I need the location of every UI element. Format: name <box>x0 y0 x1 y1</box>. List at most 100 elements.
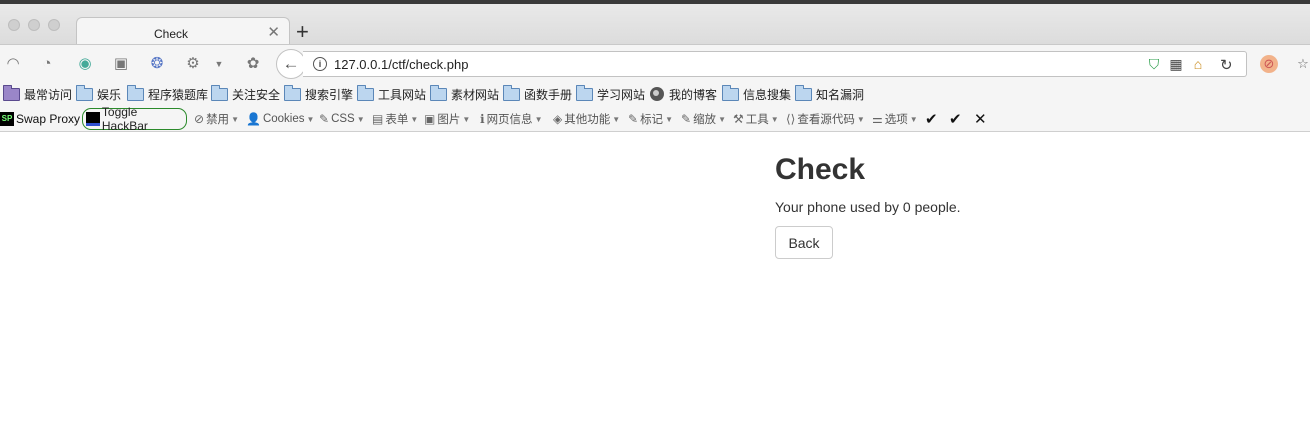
menu-options[interactable]: ⚌ 选项 ▼ <box>872 110 918 128</box>
checkmark-icon[interactable]: ✔ <box>925 110 938 128</box>
bookmark-function-manual[interactable]: 函数手册 <box>503 84 572 103</box>
image-icon: ▣ <box>424 112 436 126</box>
back-button[interactable]: ← <box>276 49 306 79</box>
folder-icon <box>430 84 447 101</box>
home-icon[interactable]: ⌂ <box>1189 55 1207 73</box>
page-content: Check Your phone used by 0 people. Back <box>0 132 1310 443</box>
page-title: Check <box>775 153 866 186</box>
menu-label: 工具 <box>745 114 769 126</box>
folder-icon <box>576 84 593 101</box>
wand-icon: ✎ <box>319 112 330 126</box>
bookmark-label: 程序猿题库 <box>148 87 209 102</box>
bookmark-question-bank[interactable]: 程序猿题库 <box>127 84 209 103</box>
menu-view-source[interactable]: ⟨⟩ 查看源代码 ▼ <box>786 110 865 128</box>
star-icon[interactable]: ☆ <box>1294 55 1310 73</box>
extension-toolbar: SP Swap Proxy Toggle HackBar ⊘ 禁用 ▼ 👤 Cookie… <box>0 105 1310 133</box>
folder-icon <box>284 84 301 101</box>
menu-forms[interactable]: ▤ 表单 ▼ <box>372 110 418 128</box>
qr-code-icon[interactable]: ▦ <box>1167 55 1185 73</box>
close-window-button[interactable] <box>8 19 20 31</box>
folder-icon <box>503 84 520 101</box>
new-tab-button[interactable]: + <box>296 21 309 43</box>
tab-close-icon[interactable]: ✕ <box>267 23 280 41</box>
form-icon: ▤ <box>372 112 384 126</box>
purple-folder-icon <box>3 84 20 101</box>
folder-icon <box>357 84 374 101</box>
pencil-icon: ✎ <box>628 112 639 126</box>
info-icon: ℹ <box>480 112 485 126</box>
menu-label: 选项 <box>884 114 908 126</box>
folder-icon <box>76 84 93 101</box>
hackbar-icon <box>86 112 100 126</box>
bookmark-my-blog[interactable]: 我的博客 <box>650 85 717 103</box>
bookmark-label: 搜索引擎 <box>305 87 354 102</box>
globe-icon <box>650 87 664 101</box>
menu-label: 网页信息 <box>486 114 533 126</box>
gear-icon[interactable]: ⚙ <box>184 55 202 73</box>
minimize-window-button[interactable] <box>28 19 40 31</box>
menu-label: 缩放 <box>693 114 717 126</box>
menu-tools[interactable]: ⚒ 工具 ▼ <box>733 110 779 128</box>
code-icon: ⟨⟩ <box>786 112 796 126</box>
reader-icon[interactable]: ▣ <box>112 55 130 73</box>
menu-other-features[interactable]: ◈ 其他功能 ▼ <box>553 110 620 128</box>
menu-page-info[interactable]: ℹ 网页信息 ▼ <box>480 110 542 128</box>
bird-icon[interactable]: ❂ <box>148 55 166 73</box>
menu-label: 表单 <box>385 114 409 126</box>
bookmark-material-sites[interactable]: 素材网站 <box>430 84 499 103</box>
bookmark-most-visited[interactable]: 最常访问 <box>3 84 73 103</box>
menu-label: Cookies <box>262 113 305 125</box>
tab-title: Check <box>153 27 188 41</box>
palette-icon[interactable]: ✿ <box>244 55 262 73</box>
checkmark-icon[interactable]: ✔ <box>949 110 962 128</box>
sliders-icon: ⚌ <box>872 112 883 126</box>
menu-mark[interactable]: ✎ 标记 ▼ <box>628 110 673 128</box>
site-info-icon[interactable]: i <box>313 57 327 71</box>
reload-icon[interactable]: ↻ <box>1220 56 1233 74</box>
disable-icon: ⊘ <box>194 112 205 126</box>
folder-icon <box>795 84 812 101</box>
bookmark-info-gathering[interactable]: 信息搜集 <box>722 84 791 103</box>
extension-icon[interactable]: ⊘ <box>1260 55 1278 73</box>
url-text[interactable]: 127.0.0.1/ctf/check.php <box>334 57 468 72</box>
dropdown-chevron-icon[interactable]: ▼ <box>210 55 228 73</box>
swap-proxy-button[interactable]: SP Swap Proxy <box>0 110 80 128</box>
menu-label: CSS <box>331 113 355 125</box>
bookmark-label: 知名漏洞 <box>816 87 865 102</box>
menu-label: 图片 <box>437 114 461 126</box>
bookmark-search-engines[interactable]: 搜索引擎 <box>284 84 354 103</box>
phone-usage-message: Your phone used by 0 people. <box>775 199 961 215</box>
menu-images[interactable]: ▣ 图片 ▼ <box>424 110 470 128</box>
folder-icon <box>722 84 739 101</box>
menu-disable[interactable]: ⊘ 禁用 ▼ <box>194 110 239 128</box>
history-icon[interactable]: ◔ <box>38 55 56 73</box>
wrench-icon: ⚒ <box>733 112 744 126</box>
bookmarks-bar: 最常访问 娱乐 程序猿题库 关注安全 搜索引擎 工具网站 素材网站 函数手册 学… <box>0 82 1310 106</box>
title-bar: Check ✕ + <box>0 0 1310 48</box>
bookmark-label: 关注安全 <box>232 87 281 102</box>
rss-icon[interactable]: ◠ <box>4 55 22 73</box>
menu-zoom[interactable]: ✎ 缩放 ▼ <box>681 110 726 128</box>
back-page-button[interactable]: Back <box>775 226 833 259</box>
bookmark-known-vulns[interactable]: 知名漏洞 <box>795 84 865 103</box>
chrome-icon[interactable]: ◉ <box>76 55 94 73</box>
ruler-icon: ✎ <box>681 112 692 126</box>
user-icon: 👤 <box>246 112 261 126</box>
bookmark-security[interactable]: 关注安全 <box>211 84 281 103</box>
navigation-bar: ◠ ◔ ◉ ▣ ❂ ⚙ ▼ ✿ ← i 127.0.0.1/ctf/check.… <box>0 44 1310 82</box>
url-bar[interactable]: i 127.0.0.1/ctf/check.php ⛉ ▦ ⌂ <box>303 51 1247 77</box>
menu-css[interactable]: ✎ CSS ▼ <box>319 110 365 128</box>
folder-icon <box>127 84 144 101</box>
bookmark-label: 我的博客 <box>669 87 718 102</box>
cube-icon: ◈ <box>553 112 563 126</box>
shield-icon[interactable]: ⛉ <box>1145 55 1163 73</box>
bookmark-entertainment[interactable]: 娱乐 <box>76 84 121 103</box>
bookmark-learning-sites[interactable]: 学习网站 <box>576 84 645 103</box>
menu-cookies[interactable]: 👤 Cookies ▼ <box>246 110 314 128</box>
bookmark-tool-sites[interactable]: 工具网站 <box>357 84 427 103</box>
zoom-window-button[interactable] <box>48 19 60 31</box>
bookmark-label: 工具网站 <box>378 87 427 102</box>
close-icon[interactable]: ✕ <box>974 110 987 128</box>
bookmark-label: 最常访问 <box>24 87 73 102</box>
toggle-hackbar-button[interactable]: Toggle HackBar <box>82 105 187 133</box>
